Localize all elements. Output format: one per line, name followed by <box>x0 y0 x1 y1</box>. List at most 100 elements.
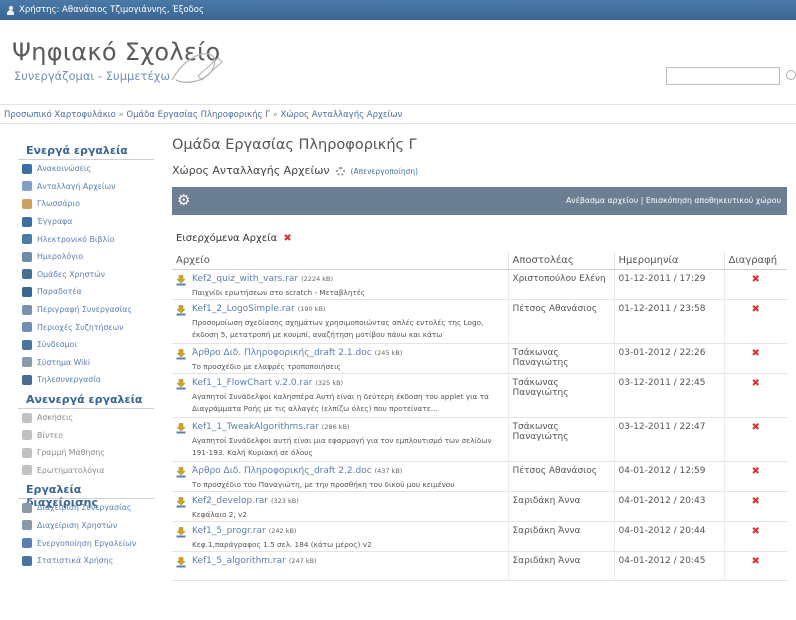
column-header-sender: Αποστολέας <box>508 252 615 270</box>
file-name-link[interactable]: Kef1_5_progr.rar <box>192 526 266 536</box>
sender-cell: Σαριδάκη Άννα <box>508 521 615 552</box>
delete-icon[interactable]: ✖ <box>752 348 760 359</box>
file-info: Kef1_5_progr.rar (242 kB) Κεφ.1,παράγραφος… <box>192 526 372 551</box>
delete-icon[interactable]: ✖ <box>752 556 760 567</box>
sidebar-active-item[interactable]: Ημερολόγιο <box>18 248 154 266</box>
download-icon[interactable] <box>176 526 186 538</box>
file-cell: Kef1_5_progr.rar (242 kB) Κεφ.1,παράγραφος… <box>172 521 509 552</box>
download-icon[interactable] <box>176 348 186 360</box>
sidebar-active-item[interactable]: Σύνδεσμοι <box>18 336 154 354</box>
settings-icon[interactable] <box>336 166 346 176</box>
file-info: Kef2_develop.rar (323 kB) Κεφάλαιο 2, v2 <box>192 496 299 521</box>
sender-cell: Χριστοπούλου Ελένη <box>508 269 615 300</box>
sender-cell: Τσάκωνας Παναγιώτης <box>508 417 615 462</box>
sidebar-inactive-item[interactable]: Βίντεο <box>18 426 154 444</box>
upload-file-link[interactable]: Ανέβασμα αρχείου <box>566 196 638 205</box>
sidebar-active-item[interactable]: Ομάδες Χρηστών <box>18 266 154 284</box>
file-name-link[interactable]: Kef1_2_LogoSimple.rar <box>192 304 295 314</box>
delete-icon[interactable]: ✖ <box>752 466 760 477</box>
sidebar-admin-item[interactable]: Στατιστικά Χρήσης <box>18 552 154 570</box>
active-tools-heading: Ενεργά εργαλεία <box>18 140 154 160</box>
sidebar-active-item[interactable]: Τηλεσυνεργασία <box>18 371 154 389</box>
delete-icon[interactable]: ✖ <box>752 496 760 507</box>
download-icon[interactable] <box>176 556 186 568</box>
sidebar-inactive-item-label: Βίντεο <box>37 430 64 440</box>
file-info: Kef2_quiz_with_vars.rar (2224 kB) Παιχνίδι… <box>192 274 365 299</box>
delete-icon[interactable]: ✖ <box>752 422 760 433</box>
download-icon[interactable] <box>176 496 186 508</box>
teleconference-icon <box>22 374 32 385</box>
sidebar-inactive-item[interactable]: Ερωτηματολόγια <box>18 462 154 480</box>
file-exchange-icon <box>22 181 32 192</box>
file-name-link[interactable]: Kef2_quiz_with_vars.rar <box>192 274 298 284</box>
file-name-link[interactable]: Kef1_1_TweakAlgorithms.rar <box>192 422 319 432</box>
breadcrumb-item-portfolio[interactable]: Προσωπικό Χαρτοφυλάκιο <box>4 110 116 120</box>
video-icon <box>22 430 32 441</box>
delete-cell: ✖ <box>724 491 787 522</box>
date-cell: 03-12-2011 / 22:47 <box>614 417 725 462</box>
download-icon[interactable] <box>176 422 186 434</box>
file-cell: Άρθρο Διδ. Πληροφορικής_draft 2.1.doc (24… <box>172 343 509 374</box>
sidebar-admin-item[interactable]: Ενεργοποίηση Εργαλείων <box>18 534 154 552</box>
sidebar-active-item[interactable]: Ανακοινώσεις <box>18 160 154 178</box>
sidebar-active-item-label: Ομάδες Χρηστών <box>37 269 106 279</box>
breadcrumb-item-group[interactable]: Ομάδα Εργασίας Πληροφορικής Γ <box>126 110 269 120</box>
download-icon[interactable] <box>176 274 186 286</box>
file-cell: Kef2_quiz_with_vars.rar (2224 kB) Παιχνίδι… <box>172 269 509 300</box>
delete-all-icon[interactable]: ✖ <box>283 233 291 244</box>
admin-tools-heading: Εργαλεία διαχείρισης <box>18 479 154 509</box>
sidebar-inactive-item[interactable]: Ασκήσεις <box>18 409 154 427</box>
file-info: Kef1_1_FlowChart v.2.0.rar (325 kB) Αγαπητ… <box>192 378 504 415</box>
user-logout-link[interactable]: Χρήστης: Αθανάσιος Τζιμογιάννης, Έξοδος <box>19 5 204 15</box>
file-cell: Kef1_1_TweakAlgorithms.rar (286 kB) Αγαπητ… <box>172 417 509 462</box>
area-title: Χώρος Ανταλλαγής Αρχείων (Απενεργοποίηση… <box>172 164 418 177</box>
sidebar-active-item-label: Ηλεκτρονικό Βιβλίο <box>37 234 115 244</box>
inactive-tools-heading: Ανενεργά εργαλεία <box>18 389 154 409</box>
delete-icon[interactable]: ✖ <box>752 304 760 315</box>
file-name-link[interactable]: Kef1_1_FlowChart v.2.0.rar <box>192 378 312 388</box>
deactivate-link[interactable]: (Απενεργοποίηση) <box>351 167 419 176</box>
sidebar-active-item[interactable]: Παραδοτέα <box>18 283 154 301</box>
sidebar-inactive-item-label: Ασκήσεις <box>37 413 74 423</box>
files-table: Αρχείο Αποστολέας Ημερομηνία Διαγραφή Ke… <box>172 252 787 581</box>
sidebar-active-item[interactable]: Ανταλλαγή Αρχείων <box>18 178 154 196</box>
date-cell: 04-01-2012 / 20:44 <box>614 521 725 552</box>
sidebar-admin-item[interactable]: Διαχείριση Χρηστών <box>18 517 154 535</box>
file-name-link[interactable]: Kef2_develop.rar <box>192 496 268 506</box>
file-name-link[interactable]: Άρθρο Διδ. Πληροφορικής_draft 2.2.doc <box>192 466 372 476</box>
file-name-wrap: Kef1_1_FlowChart v.2.0.rar (325 kB) Αγαπητ… <box>176 378 504 415</box>
sidebar-admin-item-label: Διαχείριση Χρηστών <box>37 520 118 530</box>
sidebar-active-item[interactable]: Ηλεκτρονικό Βιβλίο <box>18 230 154 248</box>
file-name-wrap: Kef2_develop.rar (323 kB) Κεφάλαιο 2, v2 <box>176 496 504 521</box>
sidebar-inactive-item[interactable]: Γραμμή Μάθησης <box>18 444 154 462</box>
download-icon[interactable] <box>176 304 186 316</box>
sidebar-active-item-label: Ημερολόγιο <box>37 252 84 262</box>
download-icon[interactable] <box>176 378 186 390</box>
file-name-link[interactable]: Kef1_5_algorithm.rar <box>192 556 286 566</box>
table-row: Kef1_1_TweakAlgorithms.rar (286 kB) Αγαπητ… <box>172 417 787 462</box>
sender-cell: Τσάκωνας Παναγιώτης <box>508 343 615 374</box>
sender-cell: Πέτσος Αθανάσιος <box>508 461 615 492</box>
sidebar-active-item[interactable]: Έγγραφα <box>18 213 154 231</box>
storage-overview-link[interactable]: Επισκόπηση αποθηκευτικού χώρου <box>646 196 781 205</box>
search-icon[interactable] <box>786 70 796 80</box>
breadcrumb: Προσωπικό Χαρτοφυλάκιο » Ομάδα Εργασίας … <box>0 104 796 124</box>
delete-icon[interactable]: ✖ <box>752 378 760 389</box>
sidebar-active-item[interactable]: Περιοχές Συζητήσεων <box>18 318 154 336</box>
file-description: Κεφάλαιο 2, v2 <box>192 509 247 519</box>
file-name-wrap: Kef1_2_LogoSimple.rar (190 kB) Προσομοίωση… <box>176 304 504 341</box>
user-groups-icon <box>22 269 32 280</box>
file-info: Kef1_1_TweakAlgorithms.rar (286 kB) Αγαπητ… <box>192 422 504 459</box>
gear-icon[interactable]: ⚙ <box>177 192 190 209</box>
search-input[interactable] <box>666 67 780 85</box>
download-icon[interactable] <box>176 466 186 478</box>
date-cell: 01-12-2011 / 17:29 <box>614 269 725 300</box>
file-description: Προσομοίωση σχεδίασης σχημάτων χρησιμοπο… <box>192 317 484 339</box>
sidebar-active-item[interactable]: Περιγραφή Συνεργασίας <box>18 301 154 319</box>
delete-icon[interactable]: ✖ <box>752 274 760 285</box>
sidebar-active-item[interactable]: Σύστημα Wiki <box>18 354 154 372</box>
file-name-link[interactable]: Άρθρο Διδ. Πληροφορικής_draft 2.1.doc <box>192 348 372 358</box>
statistics-icon <box>22 555 32 566</box>
delete-icon[interactable]: ✖ <box>752 526 760 537</box>
sidebar-active-item[interactable]: Γλωσσάριο <box>18 195 154 213</box>
